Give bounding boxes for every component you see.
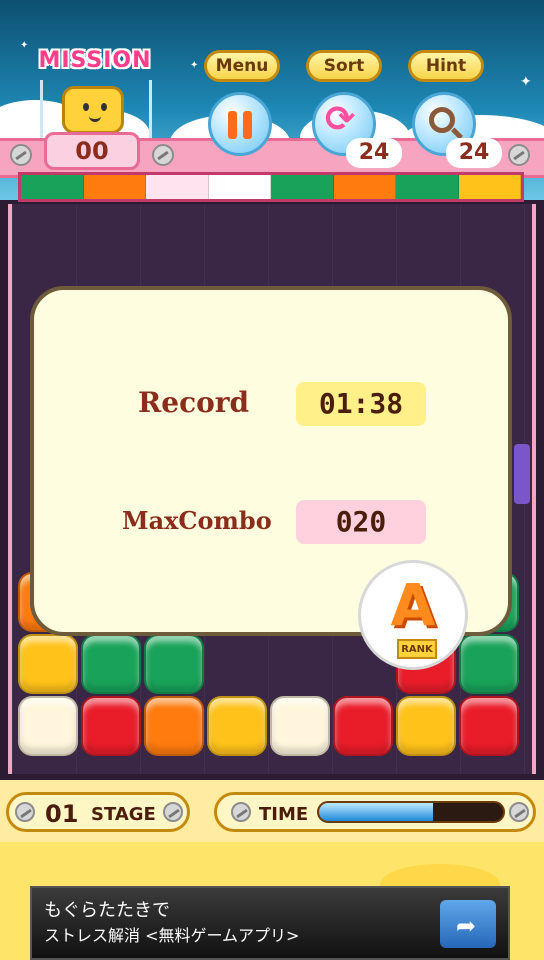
mascot-eye (101, 103, 107, 111)
mission-label: MISSION (38, 48, 152, 73)
mascot-mouth (89, 113, 101, 122)
strip-segment (21, 175, 84, 199)
block-yellow[interactable] (207, 696, 267, 756)
side-block-edge (514, 444, 530, 504)
sort-button[interactable]: Sort (306, 50, 382, 82)
strip-segment (146, 175, 209, 199)
block-cream[interactable] (18, 696, 78, 756)
strip-segment (396, 175, 459, 199)
refresh-icon: ⟳ (325, 99, 356, 140)
strip-segment (208, 175, 271, 199)
pause-icon (243, 111, 252, 139)
record-value: 01:38 (296, 382, 426, 426)
block-red[interactable] (81, 696, 141, 756)
star-icon: ✦ (190, 60, 199, 71)
star-icon: ✦ (520, 74, 532, 90)
strip-segment (271, 175, 334, 199)
block-green[interactable] (144, 634, 204, 694)
rank-ribbon: RANK (397, 639, 437, 659)
ad-subtext: ストレス解消 <無料ゲームアプリ> (44, 926, 300, 945)
ad-banner[interactable]: もぐらたたきで ストレス解消 <無料ゲームアプリ> ➦ (30, 886, 510, 960)
block-orange[interactable] (144, 696, 204, 756)
bolt-icon (163, 802, 183, 822)
stage-number: 01 (45, 800, 79, 828)
hint-button[interactable]: Hint (408, 50, 484, 82)
bolt-icon (15, 802, 35, 822)
mascot-character (62, 86, 124, 134)
incoming-row-strip (18, 172, 524, 202)
max-combo-label: MaxCombo (122, 506, 272, 535)
time-label: TIME (259, 804, 309, 825)
record-label: Record (138, 386, 250, 419)
block-cream[interactable] (270, 696, 330, 756)
block-green[interactable] (81, 634, 141, 694)
block-yellow[interactable] (396, 696, 456, 756)
rank-badge: A RANK (358, 560, 468, 670)
pause-icon (228, 111, 237, 139)
bolt-icon (231, 802, 251, 822)
ad-open-button[interactable]: ➦ (440, 900, 496, 948)
block-yellow[interactable] (18, 634, 78, 694)
strip-segment (83, 175, 146, 199)
ad-headline: もぐらたたきで (44, 900, 170, 921)
pause-button[interactable] (208, 92, 272, 156)
max-combo-value: 020 (296, 500, 426, 544)
stage-box: 01 STAGE (6, 792, 190, 832)
hud-bar: 01 STAGE TIME (0, 780, 544, 842)
strip-segment (458, 175, 521, 199)
bolt-icon (508, 144, 530, 166)
time-bar (317, 801, 505, 823)
time-bar-fill (319, 803, 434, 821)
rank-letter: A (390, 571, 436, 639)
star-icon: ✦ (20, 40, 29, 51)
bolt-icon (152, 144, 174, 166)
strip-segment (333, 175, 396, 199)
bolt-icon (10, 144, 32, 166)
menu-button[interactable]: Menu (204, 50, 280, 82)
block-green[interactable] (459, 634, 519, 694)
share-arrow-icon: ➦ (456, 912, 477, 940)
block-red[interactable] (333, 696, 393, 756)
mission-counter: 00 (44, 132, 140, 170)
bolt-icon (509, 802, 529, 822)
hint-count: 24 (446, 138, 502, 168)
sort-count: 24 (346, 138, 402, 168)
stage-label: STAGE (91, 804, 156, 825)
mascot-eye (83, 103, 89, 111)
block-red[interactable] (459, 696, 519, 756)
time-box: TIME (214, 792, 536, 832)
